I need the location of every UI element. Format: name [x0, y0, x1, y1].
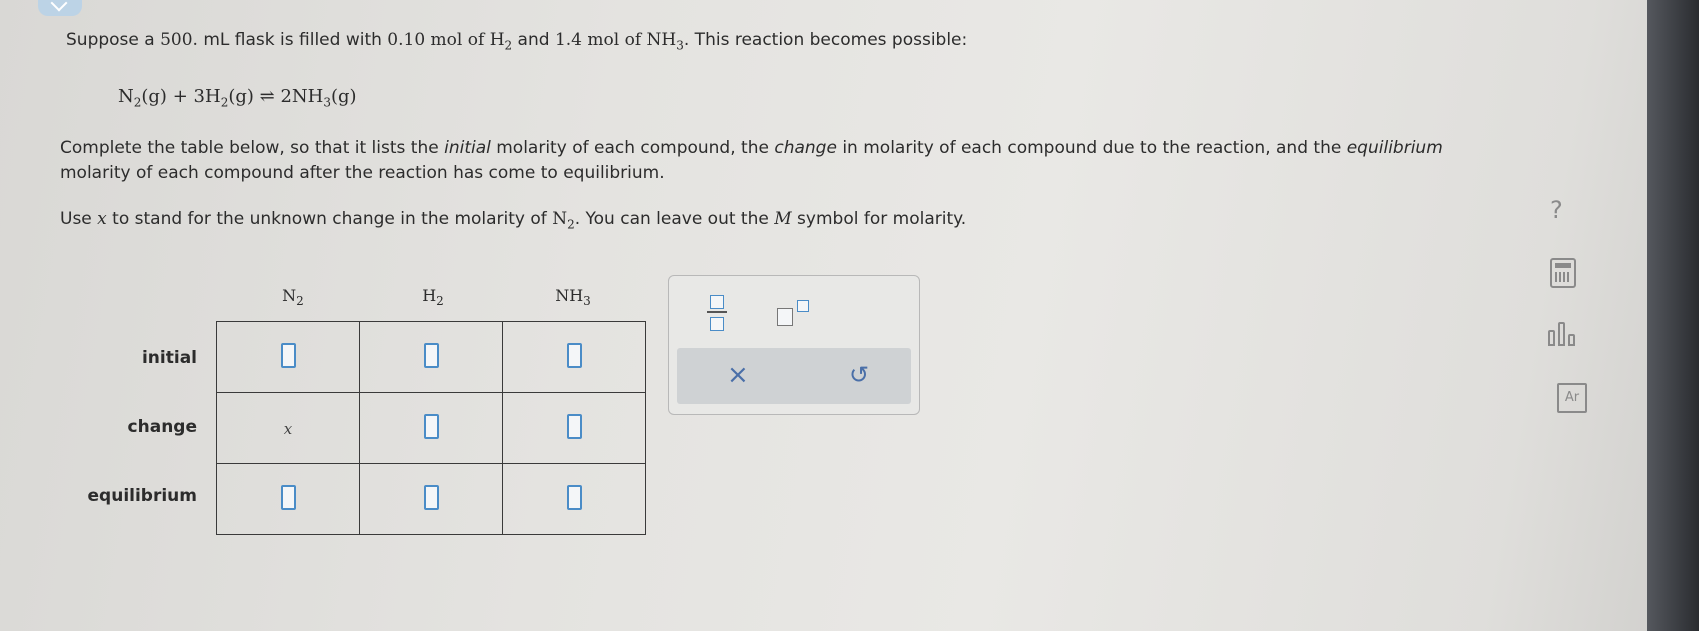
cell-change-nh3[interactable] [502, 392, 646, 464]
answer-input[interactable] [566, 413, 582, 439]
denominator-icon [710, 317, 724, 331]
calculator-icon[interactable] [1550, 258, 1576, 288]
column-header-nh3: NH3 [555, 286, 591, 309]
exponent-button[interactable] [777, 300, 813, 328]
periodic-table-icon[interactable]: Ar [1557, 383, 1587, 413]
chart-bar-icon [1558, 322, 1565, 346]
row-label-equilibrium: equilibrium [87, 486, 197, 506]
equilibrium-arrow: ⇌ [259, 86, 275, 107]
row-label-change: change [127, 417, 197, 437]
chart-bar-icon [1548, 330, 1555, 346]
ice-table: x [216, 321, 646, 535]
cell-initial-n2[interactable] [216, 321, 360, 393]
answer-input[interactable] [280, 342, 296, 368]
data-chart-icon[interactable] [1548, 320, 1580, 346]
answer-input[interactable] [423, 342, 439, 368]
cell-initial-h2[interactable] [359, 321, 503, 393]
row-label-initial: initial [141, 348, 197, 368]
answer-input[interactable] [280, 484, 296, 510]
hint-text: Use x to stand for the unknown change in… [60, 209, 967, 232]
table-row-equilibrium [216, 463, 646, 535]
answer-input[interactable] [566, 484, 582, 510]
collapse-tab[interactable] [38, 0, 82, 16]
table-row-change: x [216, 392, 646, 464]
clear-button[interactable]: × [727, 362, 749, 388]
chart-bar-icon [1568, 334, 1575, 346]
cell-equilibrium-nh3[interactable] [502, 463, 646, 535]
cell-change-n2[interactable]: x [216, 392, 360, 464]
base-box-icon [777, 308, 793, 326]
answer-input[interactable] [566, 342, 582, 368]
cell-equilibrium-h2[interactable] [359, 463, 503, 535]
cell-change-h2[interactable] [359, 392, 503, 464]
table-row-initial [216, 321, 646, 393]
undo-button[interactable]: ↺ [849, 362, 869, 388]
problem-intro: Suppose a 500. mL flask is filled with 0… [66, 30, 968, 53]
fraction-bar-icon [707, 311, 727, 313]
panel-action-bar: × ↺ [677, 348, 911, 404]
answer-input[interactable] [423, 413, 439, 439]
cell-equilibrium-n2[interactable] [216, 463, 360, 535]
help-icon[interactable]: ? [1550, 196, 1563, 224]
column-header-h2: H2 [422, 286, 444, 309]
column-header-n2: N2 [282, 286, 304, 309]
answer-input[interactable] [423, 484, 439, 510]
screen-edge [1647, 0, 1699, 631]
numerator-icon [710, 295, 724, 309]
reaction-equation: N2(g) + 3H2(g) ⇌ 2NH3(g) [118, 86, 357, 110]
math-input-panel: × ↺ [668, 275, 920, 415]
fraction-button[interactable] [707, 292, 727, 334]
instructions: Complete the table below, so that it lis… [60, 138, 1443, 183]
cell-initial-nh3[interactable] [502, 321, 646, 393]
superscript-box-icon [797, 300, 809, 312]
